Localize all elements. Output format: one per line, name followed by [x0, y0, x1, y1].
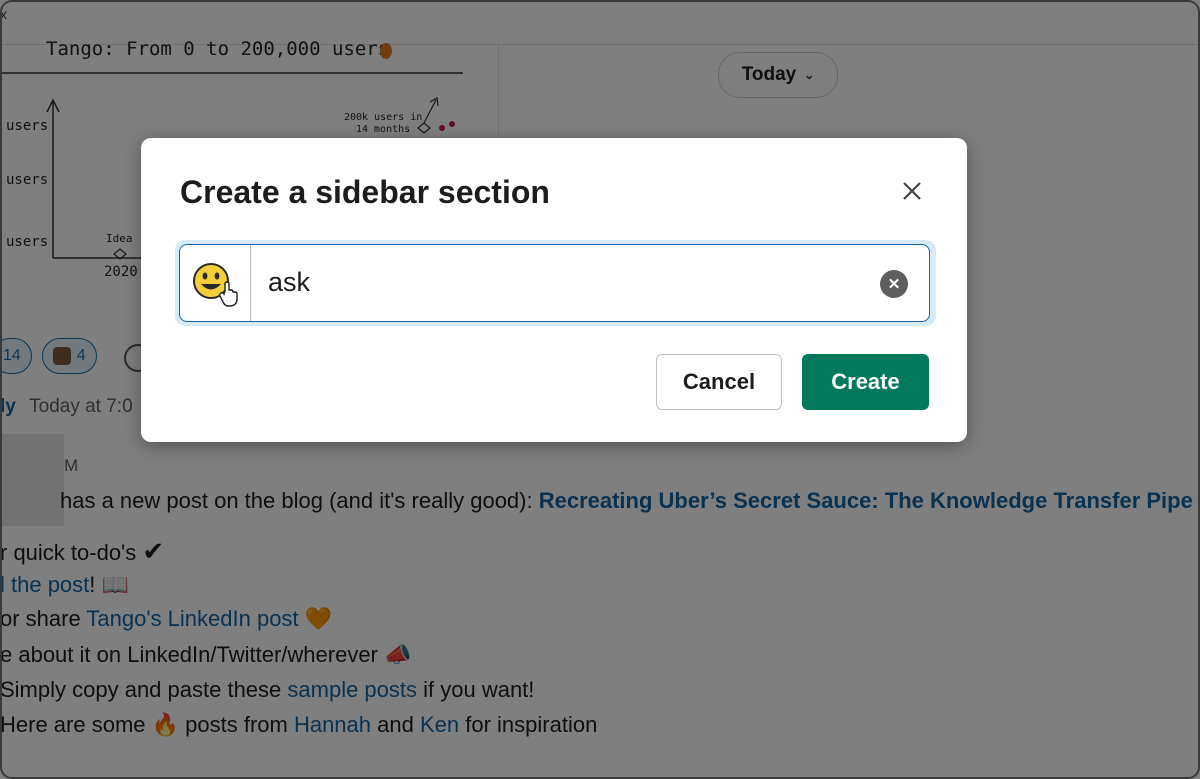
- section-name-input[interactable]: ask ✕: [179, 244, 930, 322]
- section-name-value: ask: [268, 267, 311, 297]
- close-icon: [903, 182, 921, 200]
- clear-input-button[interactable]: ✕: [880, 270, 908, 298]
- clear-icon: ✕: [887, 276, 901, 293]
- grinning-face-icon: [193, 263, 238, 307]
- app-window: x Tango: From 0 to 200,000 users users u…: [0, 0, 1200, 779]
- close-button[interactable]: [897, 176, 927, 206]
- dialog-title: Create a sidebar section: [180, 174, 550, 210]
- create-button[interactable]: Create: [802, 354, 929, 410]
- create-section-dialog: Create a sidebar section ask ✕ Cancel Cr…: [141, 138, 967, 442]
- emoji-picker-button[interactable]: [180, 245, 251, 321]
- cancel-button[interactable]: Cancel: [656, 354, 782, 410]
- section-name-field-focus-ring: ask ✕: [175, 240, 936, 326]
